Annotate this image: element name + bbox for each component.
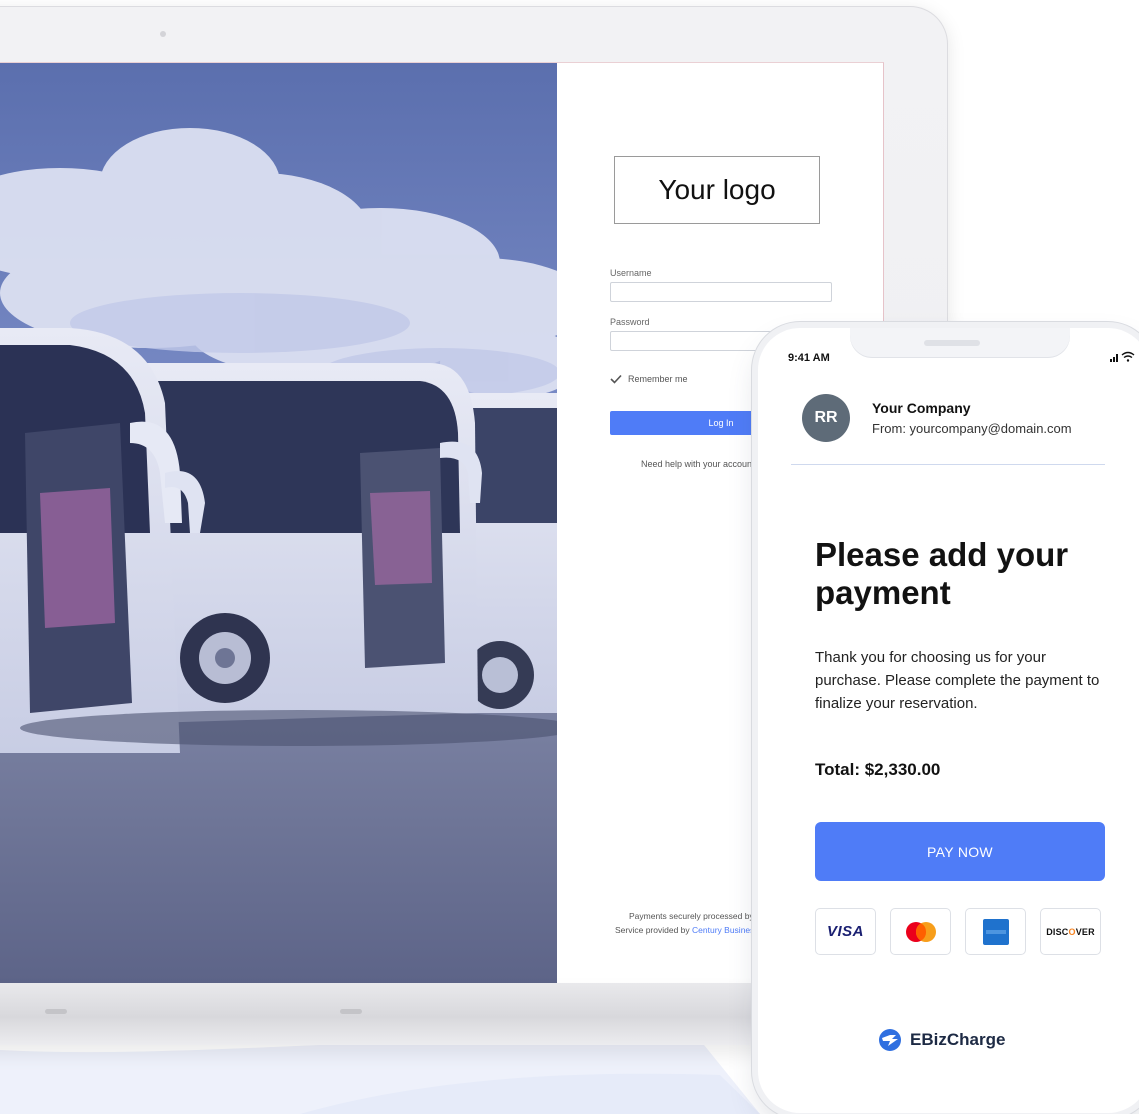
american-express-icon <box>965 908 1026 955</box>
remember-me-checkbox[interactable]: Remember me <box>610 374 688 384</box>
total-amount: Total: $2,330.00 <box>815 760 941 779</box>
american-express-logo <box>982 918 1009 945</box>
discover-label: DISCOVER <box>1046 926 1095 937</box>
message-body: Thank you for choosing us for your purch… <box>815 649 1100 712</box>
bus-fleet-photo <box>0 63 557 983</box>
phone-mockup: 9:41 AM RR Your Company From: yourcompan… <box>758 328 1139 1113</box>
mastercard-icon <box>890 908 951 955</box>
laptop-foot <box>340 1009 362 1014</box>
wifi-icon <box>1121 351 1135 362</box>
status-time: 9:41 AM <box>788 352 830 364</box>
laptop-camera <box>160 31 166 37</box>
visa-card-icon: VISA <box>815 908 876 955</box>
laptop-screen: Your logo Username Password Remember me … <box>0 62 884 983</box>
signal-icon <box>1110 354 1118 362</box>
brand-footer: EBizCharge <box>878 1028 1005 1052</box>
status-icons <box>1110 351 1135 362</box>
phone-speaker <box>924 340 980 346</box>
visa-label: VISA <box>826 923 864 940</box>
remember-me-label: Remember me <box>628 374 688 384</box>
password-label: Password <box>610 317 650 327</box>
sender-email: From: yourcompany@domain.com <box>872 421 1072 436</box>
checkmark-icon <box>610 374 622 384</box>
ebizcharge-logo-icon <box>879 1029 901 1051</box>
service-provided-text: Service provided by Century Business Sol… <box>615 925 778 935</box>
laptop-foot <box>45 1009 67 1014</box>
pay-now-button[interactable]: PAY NOW <box>815 822 1105 881</box>
avatar: RR <box>802 394 850 442</box>
discover-card-icon: DISCOVER <box>1040 908 1101 955</box>
payments-processed-text: Payments securely processed by <box>629 911 754 921</box>
help-text: Need help with your account? C <box>641 459 769 469</box>
username-label: Username <box>610 268 652 278</box>
mastercard-logo <box>905 921 936 942</box>
page-title: Please add your payment <box>815 536 1069 611</box>
service-provided-label: Service provided by <box>615 925 690 935</box>
username-input[interactable] <box>610 282 832 302</box>
help-prompt: Need help with your account? <box>641 459 760 469</box>
brand-name: EBizCharge <box>910 1030 1006 1049</box>
divider <box>791 464 1105 465</box>
sender-name: Your Company <box>872 400 971 416</box>
payments-processed-label: Payments securely processed by <box>629 911 754 921</box>
phone-notch <box>850 328 1070 358</box>
logo-placeholder: Your logo <box>614 156 820 224</box>
